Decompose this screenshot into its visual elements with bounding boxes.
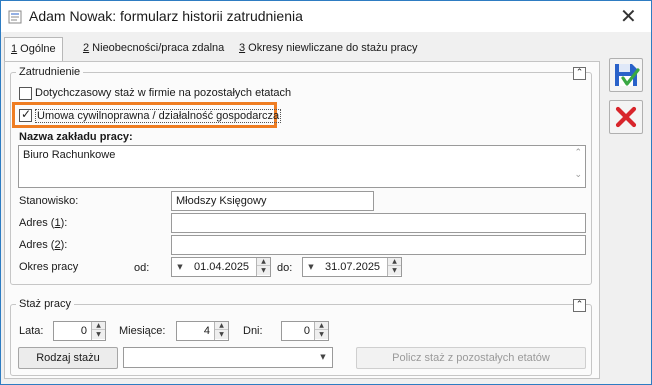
years-input[interactable]: 0 ▲ ▼: [53, 321, 106, 341]
window-title: Adam Nowak: formularz historii zatrudnie…: [29, 8, 303, 24]
date-picker-arrow-icon[interactable]: ▼: [173, 258, 187, 276]
save-icon: [615, 64, 640, 86]
collapse-staz-button[interactable]: ⌃: [573, 299, 586, 312]
days-value: 0: [303, 325, 310, 337]
period-label: Okres pracy: [19, 261, 79, 273]
employer-name-value: Biuro Rachunkowe: [23, 149, 116, 161]
tab-label: Okresy niewliczane do stażu pracy: [245, 42, 418, 54]
cancel-x-icon: [615, 106, 637, 128]
date-to-label: do:: [277, 262, 293, 274]
date-from-spinner[interactable]: ▲ ▼: [256, 258, 270, 276]
days-spinner[interactable]: ▲ ▼: [314, 322, 328, 340]
date-to-input[interactable]: ▼ 31.07.2025 ▲ ▼: [302, 257, 402, 277]
days-input[interactable]: 0 ▲ ▼: [281, 321, 329, 341]
months-input[interactable]: 4 ▲ ▼: [176, 321, 229, 341]
scroll-down-icon[interactable]: ⌄: [574, 170, 582, 180]
checkbox-dotychczasowy-staz-label: Dotychczasowy staż w firmie na pozostały…: [35, 87, 292, 99]
days-label: Dni:: [243, 325, 263, 337]
position-label: Stanowisko:: [19, 195, 79, 207]
checkbox-umowa-cywilnoprawna[interactable]: ✓: [19, 107, 32, 122]
checkbox-umowa-cywilnoprawna-label: Umowa cywilnoprawna / działalność gospod…: [35, 109, 282, 123]
date-to-value: 31.07.2025: [325, 261, 381, 273]
date-to-spinner[interactable]: ▲ ▼: [387, 258, 401, 276]
address1-input[interactable]: [171, 213, 586, 233]
address2-label: Adres (2):: [19, 239, 68, 251]
checkbox-dotychczasowy-staz[interactable]: [19, 87, 32, 100]
save-button[interactable]: [609, 58, 643, 92]
close-icon[interactable]: ✕: [620, 6, 637, 26]
app-icon: [8, 10, 22, 24]
chevron-down-icon[interactable]: ▼: [316, 348, 330, 366]
cancel-button[interactable]: [609, 100, 643, 134]
checkmark-icon: ✓: [21, 107, 32, 121]
tab-ogolne[interactable]: 1 Ogólne: [4, 37, 63, 63]
spin-down-icon[interactable]: ▼: [388, 266, 401, 275]
tab-label: Ogólne: [17, 43, 56, 55]
years-value: 0: [80, 325, 87, 337]
date-picker-arrow-icon[interactable]: ▼: [304, 258, 318, 276]
address1-label: Adres (1):: [19, 217, 68, 229]
employment-history-window: Adam Nowak: formularz historii zatrudnie…: [0, 0, 652, 385]
tab-nieobecnosci[interactable]: 2 Nieobecności/praca zdalna: [77, 37, 230, 61]
service-type-select[interactable]: ▼: [123, 347, 333, 368]
spin-down-icon[interactable]: ▼: [257, 266, 270, 275]
tab-label: Nieobecności/praca zdalna: [89, 42, 225, 54]
address2-input[interactable]: [171, 235, 586, 255]
spin-up-icon[interactable]: ▲: [257, 258, 270, 266]
spin-down-icon[interactable]: ▼: [92, 330, 105, 339]
title-bar: Adam Nowak: formularz historii zatrudnie…: [1, 1, 651, 32]
position-input[interactable]: Młodszy Księgowy: [171, 191, 374, 211]
collapse-zatrudnienie-button[interactable]: ⌃: [573, 67, 586, 80]
scroll-up-icon[interactable]: ⌃: [574, 148, 582, 158]
spin-down-icon[interactable]: ▼: [315, 330, 328, 339]
spin-up-icon[interactable]: ▲: [92, 322, 105, 330]
tab-okresy-niewliczane[interactable]: 3 Okresy niewliczane do stażu pracy: [233, 37, 424, 61]
calculate-service-button[interactable]: Policz staż z pozostałych etatów: [356, 347, 586, 369]
years-spinner[interactable]: ▲ ▼: [91, 322, 105, 340]
employer-name-field[interactable]: Biuro Rachunkowe ⌃ ⌄: [18, 145, 586, 188]
date-from-input[interactable]: ▼ 01.04.2025 ▲ ▼: [171, 257, 271, 277]
spin-down-icon[interactable]: ▼: [215, 330, 228, 339]
spin-up-icon[interactable]: ▲: [215, 322, 228, 330]
date-from-label: od:: [134, 262, 150, 274]
spin-up-icon[interactable]: ▲: [388, 258, 401, 266]
spin-up-icon[interactable]: ▲: [315, 322, 328, 330]
months-label: Miesiące:: [119, 325, 166, 337]
years-label: Lata:: [19, 325, 44, 337]
months-value: 4: [203, 325, 210, 337]
months-spinner[interactable]: ▲ ▼: [214, 322, 228, 340]
employer-name-label: Nazwa zakładu pracy:: [19, 131, 133, 143]
group-zatrudnienie-legend: Zatrudnienie: [16, 66, 84, 78]
group-staz-pracy-legend: Staż pracy: [16, 298, 74, 310]
date-from-value: 01.04.2025: [194, 261, 250, 273]
service-type-button[interactable]: Rodzaj stażu: [18, 347, 118, 369]
